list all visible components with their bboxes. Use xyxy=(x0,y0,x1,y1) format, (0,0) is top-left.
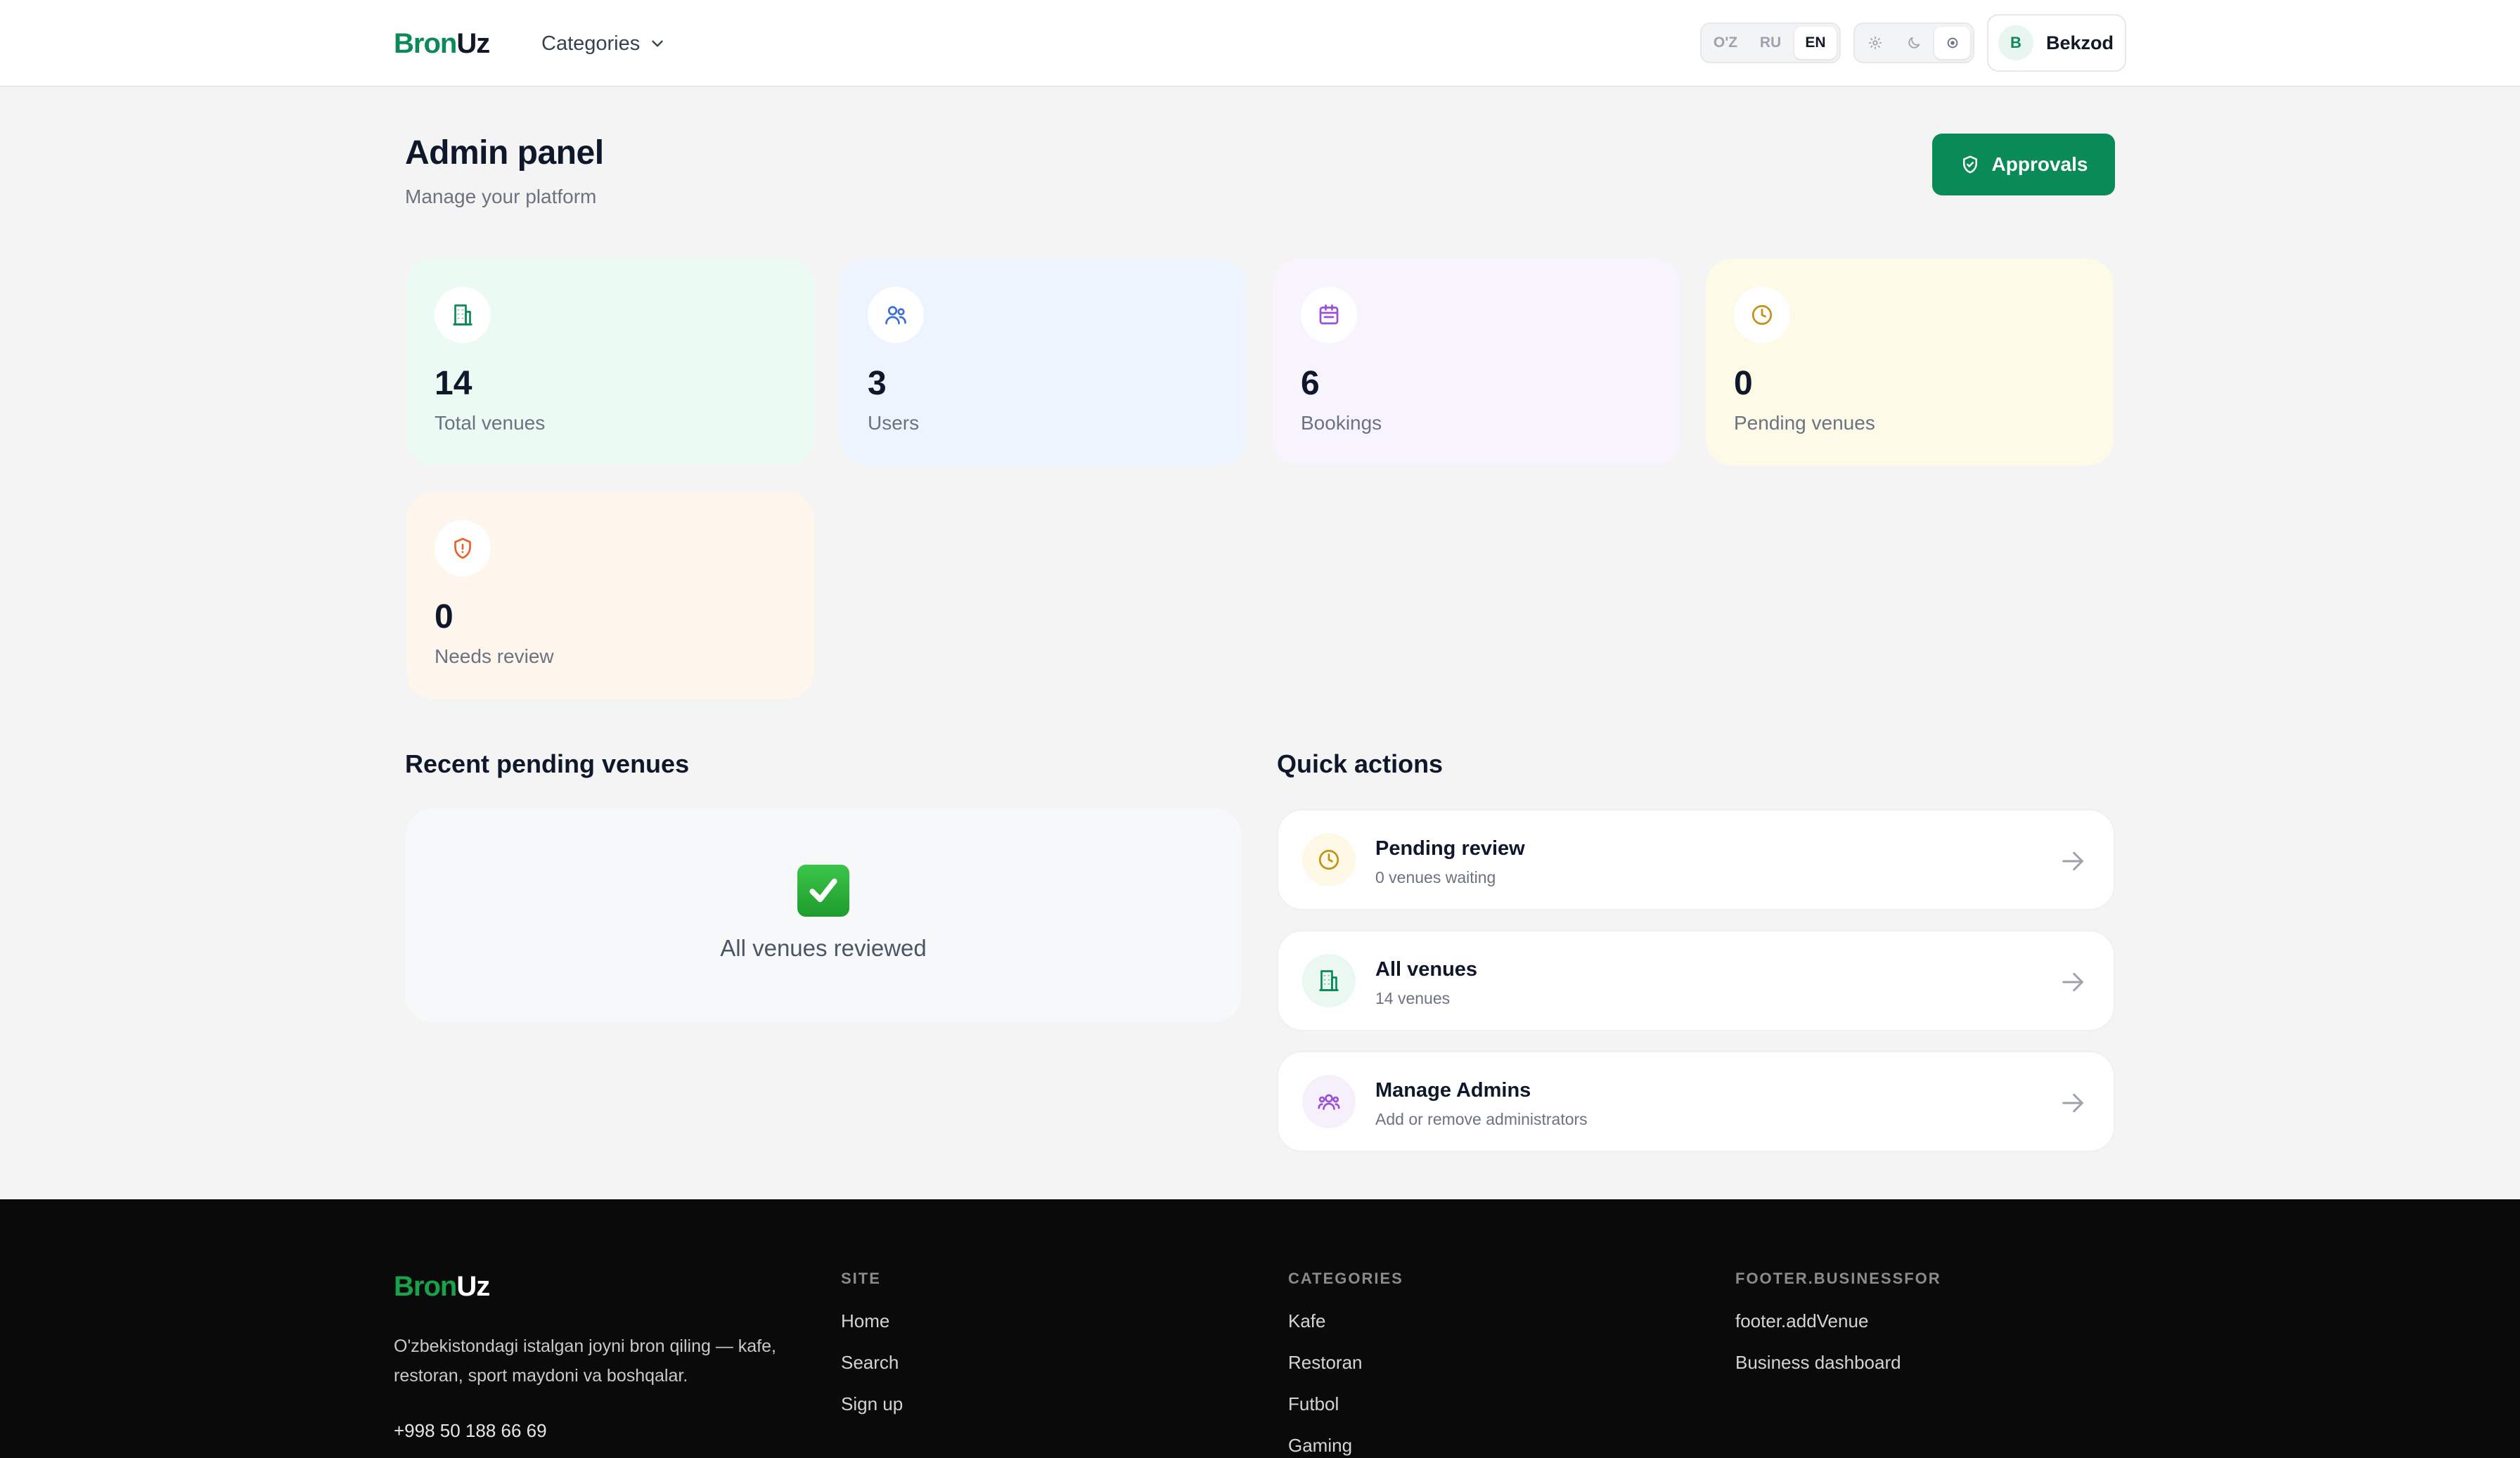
page-title: Admin panel xyxy=(405,134,604,172)
theme-system-button[interactable] xyxy=(1934,27,1971,59)
user-menu-button[interactable]: B Bekzod xyxy=(1987,14,2126,72)
clock-icon xyxy=(1302,833,1356,886)
footer-column-title: SITE xyxy=(841,1270,881,1287)
building-icon xyxy=(1302,954,1356,1007)
empty-state-text: All venues reviewed xyxy=(720,935,927,961)
recent-pending-title: Recent pending venues xyxy=(405,749,690,778)
quick-actions-title: Quick actions xyxy=(1277,749,1444,778)
stat-value: 14 xyxy=(435,365,472,402)
shield-alert-icon xyxy=(435,520,491,576)
stat-card-needs-review: 0 Needs review xyxy=(406,492,814,699)
stat-card-users: 3 Users xyxy=(840,259,1247,465)
footer-link-add-venue[interactable]: footer.addVenue xyxy=(1735,1310,1941,1352)
quick-action-subtitle: 14 venues xyxy=(1375,989,1451,1007)
footer-phone[interactable]: +998 50 188 66 69 xyxy=(394,1420,547,1442)
approvals-button[interactable]: Approvals xyxy=(1932,134,2115,195)
footer-link-futbol[interactable]: Futbol xyxy=(1288,1393,1403,1435)
categories-label: Categories xyxy=(541,32,641,55)
calendar-icon xyxy=(1301,287,1357,343)
shield-check-icon xyxy=(1962,155,1977,174)
quick-action-manage-admins[interactable]: Manage Admins Add or remove administrato… xyxy=(1277,1051,2115,1152)
footer-link-business-dashboard[interactable]: Business dashboard xyxy=(1735,1352,1941,1393)
building-icon xyxy=(435,287,491,343)
footer-link-kafe[interactable]: Kafe xyxy=(1288,1310,1403,1352)
footer-column-site: SITE Home Search Sign up xyxy=(841,1270,903,1435)
user-name: Bekzod xyxy=(2046,32,2114,53)
footer-link-restoran[interactable]: Restoran xyxy=(1288,1352,1403,1393)
avatar: B xyxy=(1998,25,2033,60)
lang-en-button[interactable]: EN xyxy=(1794,27,1837,59)
quick-action-title: Pending review xyxy=(1375,837,1525,860)
stat-value: 3 xyxy=(868,365,887,402)
stat-label: Bookings xyxy=(1301,412,1382,434)
stat-value: 6 xyxy=(1301,365,1320,402)
footer-column-categories: CATEGORIES Kafe Restoran Futbol Gaming xyxy=(1288,1270,1403,1458)
footer-description: O'zbekistondagi istalgan joyni bron qili… xyxy=(394,1336,776,1386)
sun-icon xyxy=(1869,36,1882,50)
users-group-icon xyxy=(1302,1075,1356,1128)
quick-action-pending-review[interactable]: Pending review 0 venues waiting xyxy=(1277,809,2115,910)
check-mark-icon xyxy=(797,865,849,917)
page-subtitle: Manage your platform xyxy=(405,186,597,207)
arrow-right-icon xyxy=(2062,1093,2083,1113)
arrow-right-icon xyxy=(2062,851,2083,871)
top-navbar: BronUz Categories O'Z RU EN B Bekzod xyxy=(0,0,2520,87)
theme-switcher xyxy=(1853,22,1974,63)
stat-card-pending-venues: 0 Pending venues xyxy=(1706,259,2114,465)
clock-icon xyxy=(1734,287,1790,343)
brand-logo[interactable]: BronUz xyxy=(394,27,490,60)
stat-value: 0 xyxy=(1734,365,1753,402)
lang-ru-button[interactable]: RU xyxy=(1749,27,1792,59)
stat-card-bookings: 6 Bookings xyxy=(1273,259,1680,465)
footer-link-gaming[interactable]: Gaming xyxy=(1288,1435,1403,1458)
categories-dropdown[interactable]: Categories xyxy=(541,28,667,59)
monitor-icon xyxy=(1947,37,1958,49)
moon-icon xyxy=(1908,37,1920,49)
footer-link-search[interactable]: Search xyxy=(841,1352,903,1393)
quick-action-title: All venues xyxy=(1375,958,1478,981)
footer-brand-logo[interactable]: BronUz xyxy=(394,1271,490,1303)
footer: BronUz O'zbekistondagi istalgan joyni br… xyxy=(0,1199,2520,1458)
stat-label: Total venues xyxy=(435,412,546,434)
quick-action-title: Manage Admins xyxy=(1375,1079,1531,1102)
stat-label: Needs review xyxy=(435,645,554,667)
quick-action-subtitle: 0 venues waiting xyxy=(1375,868,1496,886)
users-icon xyxy=(868,287,924,343)
theme-dark-button[interactable] xyxy=(1896,27,1932,59)
stat-value: 0 xyxy=(435,598,454,636)
chevron-down-icon xyxy=(652,40,663,47)
stat-label: Pending venues xyxy=(1734,412,1875,434)
arrow-right-icon xyxy=(2062,972,2083,992)
language-switcher: O'Z RU EN xyxy=(1700,22,1841,63)
lang-uz-button[interactable]: O'Z xyxy=(1704,27,1747,59)
recent-pending-empty-state: All venues reviewed xyxy=(405,808,1242,1022)
theme-light-button[interactable] xyxy=(1858,27,1894,59)
quick-action-all-venues[interactable]: All venues 14 venues xyxy=(1277,930,2115,1031)
footer-column-title: FOOTER.BUSINESSFOR xyxy=(1735,1270,1941,1287)
footer-column-title: CATEGORIES xyxy=(1288,1270,1403,1287)
footer-link-sign-up[interactable]: Sign up xyxy=(841,1393,903,1435)
quick-action-subtitle: Add or remove administrators xyxy=(1375,1110,1588,1128)
stat-label: Users xyxy=(868,412,920,434)
stat-card-total-venues: 14 Total venues xyxy=(406,259,814,465)
footer-column-business: FOOTER.BUSINESSFOR footer.addVenue Busin… xyxy=(1735,1270,1941,1393)
approvals-label: Approvals xyxy=(1991,153,2088,175)
footer-link-home[interactable]: Home xyxy=(841,1310,903,1352)
